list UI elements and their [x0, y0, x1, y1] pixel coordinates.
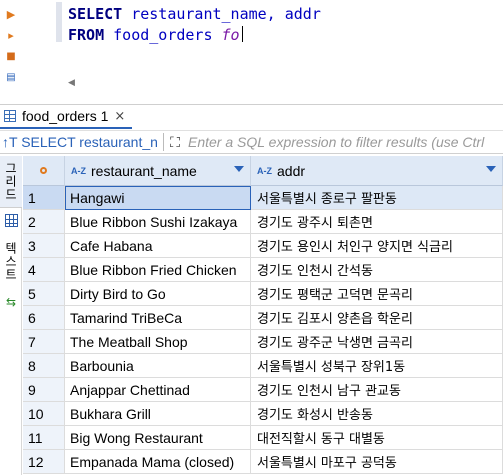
cell-addr[interactable]: 경기도 화성시 반송동 — [251, 402, 503, 426]
table-row[interactable]: 6 Tamarind TriBeCa 경기도 김포시 양촌읍 학운리 — [23, 306, 503, 330]
row-number[interactable]: 4 — [23, 258, 65, 282]
text-caret — [241, 26, 243, 42]
sort-dropdown-icon[interactable] — [234, 166, 244, 172]
row-number[interactable]: 6 — [23, 306, 65, 330]
editor-gutter: ▶ ▸ ■ ▤ — [0, 0, 22, 95]
text-view-label: 텍스트 — [3, 241, 18, 281]
table-row[interactable]: 4 Blue Ribbon Fried Chicken 경기도 인천시 간석동 — [23, 258, 503, 282]
corner-dot-icon — [40, 167, 47, 174]
filter-bar: ↑T SELECT restaurant_n ⛶ Enter a SQL exp… — [0, 130, 503, 154]
row-number[interactable]: 5 — [23, 282, 65, 306]
execute-statement-icon[interactable]: ▶ — [5, 8, 17, 21]
code-line-2: FROM food_orders fo — [68, 25, 321, 46]
row-number[interactable]: 1 — [23, 186, 65, 210]
code-line-1: SELECT restaurant_name, addr — [68, 4, 321, 25]
row-number[interactable]: 10 — [23, 402, 65, 426]
row-number[interactable]: 7 — [23, 330, 65, 354]
filter-input[interactable]: Enter a SQL expression to filter results… — [188, 134, 484, 150]
cell-restaurant-name[interactable]: Blue Ribbon Fried Chicken — [65, 258, 251, 282]
table-row[interactable]: 7 The Meatball Shop 경기도 광주군 낙생면 금곡리 — [23, 330, 503, 354]
column-label: addr — [277, 162, 306, 179]
cell-addr[interactable]: 경기도 광주시 퇴촌면 — [251, 210, 503, 234]
cell-restaurant-name[interactable]: Empanada Mama (closed) — [65, 450, 251, 474]
sort-dropdown-icon[interactable] — [486, 166, 496, 172]
table-row[interactable]: 1 Hangawi 서울특별시 종로구 팔판동 — [23, 186, 503, 210]
text-type-icon: A-Z — [257, 165, 272, 176]
selection-ruler — [56, 2, 62, 42]
cell-restaurant-name[interactable]: Anjappar Chettinad — [65, 378, 251, 402]
cell-restaurant-name[interactable]: Dirty Bird to Go — [65, 282, 251, 306]
keyword-from: FROM — [68, 26, 105, 44]
table-row[interactable]: 11 Big Wong Restaurant 대전직할시 동구 대별동 — [23, 426, 503, 450]
query-label: SELECT restaurant_n — [21, 134, 158, 150]
query-text[interactable]: ↑T SELECT restaurant_n — [2, 134, 162, 150]
tab-label: food_orders 1 — [22, 108, 109, 124]
scroll-left-arrow-icon[interactable]: ◀ — [68, 78, 75, 88]
column-header-restaurant-name[interactable]: A-Z restaurant_name — [65, 156, 251, 186]
table-row[interactable]: 12 Empanada Mama (closed) 서울특별시 마포구 공덕동 — [23, 450, 503, 474]
execute-script-icon[interactable]: ▸ — [5, 29, 17, 42]
cell-restaurant-name[interactable]: Tamarind TriBeCa — [65, 306, 251, 330]
table-row[interactable]: 9 Anjappar Chettinad 경기도 인천시 남구 관교동 — [23, 378, 503, 402]
cell-restaurant-name[interactable]: Cafe Habana — [65, 234, 251, 258]
text-type-icon: A-Z — [71, 165, 86, 176]
load-script-icon[interactable]: ▤ — [5, 71, 17, 83]
cell-addr[interactable]: 경기도 김포시 양촌읍 학운리 — [251, 306, 503, 330]
view-switcher-panel: 그리드 텍스트 ⇆ — [0, 156, 22, 475]
row-number[interactable]: 8 — [23, 354, 65, 378]
table-name: food_orders — [113, 26, 213, 44]
explain-plan-icon[interactable]: ■ — [5, 50, 17, 62]
cell-restaurant-name[interactable]: Barbounia — [65, 354, 251, 378]
tab-text-view[interactable]: 텍스트 — [0, 236, 22, 286]
cell-addr[interactable]: 경기도 인천시 남구 관교동 — [251, 378, 503, 402]
close-icon[interactable]: × — [114, 109, 125, 124]
grid-glyph — [4, 213, 18, 227]
tab-grid-view[interactable]: 그리드 — [0, 156, 22, 208]
text-view-icon[interactable]: ⇆ — [0, 292, 22, 312]
row-number[interactable]: 11 — [23, 426, 65, 450]
sql-code[interactable]: SELECT restaurant_name, addr FROM food_or… — [68, 4, 321, 46]
row-number[interactable]: 9 — [23, 378, 65, 402]
cell-addr[interactable]: 서울특별시 마포구 공덕동 — [251, 450, 503, 474]
cell-restaurant-name[interactable]: Big Wong Restaurant — [65, 426, 251, 450]
table-row[interactable]: 5 Dirty Bird to Go 경기도 평택군 고덕면 문곡리 — [23, 282, 503, 306]
query-prefix-icon: ↑T — [2, 134, 18, 150]
cell-restaurant-name[interactable]: The Meatball Shop — [65, 330, 251, 354]
cell-addr[interactable]: 경기도 광주군 낙생면 금곡리 — [251, 330, 503, 354]
expand-filter-icon[interactable]: ⛶ — [166, 133, 184, 151]
table-icon — [4, 110, 16, 122]
row-number[interactable]: 12 — [23, 450, 65, 474]
grid-rows: 1 Hangawi 서울특별시 종로구 팔판동 2 Blue Ribbon Sushi … — [23, 186, 503, 474]
cell-addr[interactable]: 서울특별시 성북구 장위1동 — [251, 354, 503, 378]
sql-editor[interactable]: ▶ ▸ ■ ▤ SELECT restaurant_name, addr FROM… — [0, 0, 503, 95]
grid-view-label: 그리드 — [3, 162, 18, 201]
cell-restaurant-name[interactable]: Blue Ribbon Sushi Izakaya — [65, 210, 251, 234]
table-row[interactable]: 10 Bukhara Grill 경기도 화성시 반송동 — [23, 402, 503, 426]
cell-restaurant-name[interactable]: Bukhara Grill — [65, 402, 251, 426]
filter-divider — [163, 133, 164, 151]
table-row[interactable]: 8 Barbounia 서울특별시 성북구 장위1동 — [23, 354, 503, 378]
cell-addr[interactable]: 서울특별시 종로구 팔판동 — [251, 186, 503, 210]
cell-addr[interactable]: 경기도 인천시 간석동 — [251, 258, 503, 282]
select-all-corner[interactable] — [23, 156, 65, 186]
grid-icon[interactable] — [0, 210, 22, 230]
column-label: restaurant_name — [91, 162, 197, 179]
cell-addr[interactable]: 경기도 평택군 고덕면 문곡리 — [251, 282, 503, 306]
results-tabbar: food_orders 1 × — [0, 104, 503, 129]
row-number[interactable]: 3 — [23, 234, 65, 258]
table-alias: fo — [221, 26, 240, 44]
row-number[interactable]: 2 — [23, 210, 65, 234]
table-row[interactable]: 3 Cafe Habana 경기도 용인시 처인구 양지면 식금리 — [23, 234, 503, 258]
cell-addr[interactable]: 대전직할시 동구 대별동 — [251, 426, 503, 450]
tab-food-orders-1[interactable]: food_orders 1 × — [0, 105, 132, 129]
table-row[interactable]: 2 Blue Ribbon Sushi Izakaya 경기도 광주시 퇴촌면 — [23, 210, 503, 234]
keyword-select: SELECT — [68, 5, 123, 23]
cell-restaurant-name[interactable]: Hangawi — [65, 186, 251, 210]
column-header-addr[interactable]: A-Z addr — [251, 156, 503, 186]
cell-addr[interactable]: 경기도 용인시 처인구 양지면 식금리 — [251, 234, 503, 258]
select-columns: restaurant_name, addr — [131, 5, 321, 23]
